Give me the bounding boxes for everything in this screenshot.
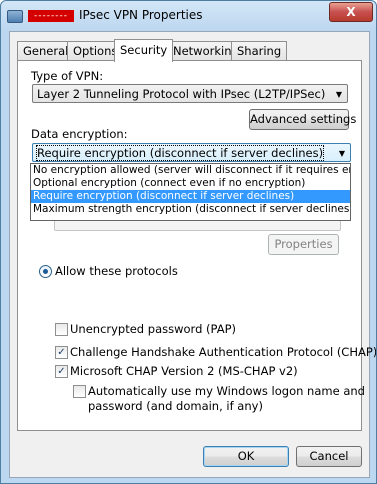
radio-dot [43, 269, 48, 274]
vpn-type-value: Layer 2 Tunneling Protocol with IPsec (L… [37, 87, 326, 101]
title-bar[interactable]: -------- IPsec VPN Properties X [1, 1, 376, 31]
window-title: IPsec VPN Properties [79, 8, 203, 22]
advanced-settings-button[interactable]: Advanced settings [249, 109, 356, 130]
network-connection-icon [7, 10, 23, 23]
close-button[interactable]: X [329, 2, 373, 22]
auto-logon-label-line1: Automatically use my Windows logon name … [88, 384, 365, 398]
encryption-option-maximum[interactable]: Maximum strength encryption (disconnect … [31, 203, 350, 216]
allow-protocols-label: Allow these protocols [55, 264, 178, 278]
data-encryption-label: Data encryption: [31, 127, 128, 141]
dialog-client-area: General Options Security Networking Shar… [9, 31, 376, 478]
data-encryption-dropdown-list: No encryption allowed (server will disco… [30, 163, 351, 221]
encryption-option-optional[interactable]: Optional encryption (connect even if no … [31, 177, 350, 190]
chap-checkbox[interactable]: ✓ [55, 346, 68, 359]
encryption-option-none[interactable]: No encryption allowed (server will disco… [31, 164, 350, 177]
ok-button[interactable]: OK [203, 446, 289, 467]
auto-logon-checkbox[interactable] [73, 385, 86, 398]
cancel-button[interactable]: Cancel [296, 446, 362, 467]
mschap-checkbox[interactable]: ✓ [55, 365, 68, 378]
dialog-window: -------- IPsec VPN Properties X General … [0, 0, 377, 484]
encryption-option-require[interactable]: Require encryption (disconnect if server… [31, 190, 350, 203]
check-icon: ✓ [57, 366, 66, 377]
tab-general[interactable]: General [17, 41, 75, 61]
tab-sharing[interactable]: Sharing [231, 41, 288, 61]
vpn-type-label: Type of VPN: [31, 69, 104, 83]
properties-button[interactable]: Properties [268, 234, 339, 255]
mschap-label: Microsoft CHAP Version 2 (MS-CHAP v2) [70, 364, 298, 378]
tab-security[interactable]: Security [114, 39, 174, 62]
chap-label: Challenge Handshake Authentication Proto… [70, 345, 377, 359]
close-icon: X [346, 5, 356, 19]
auto-logon-label-line2: password (and domain, if any) [88, 399, 263, 413]
allow-protocols-radio[interactable] [39, 265, 52, 278]
pap-checkbox[interactable] [55, 323, 68, 336]
vpn-type-select[interactable]: Layer 2 Tunneling Protocol with IPsec (L… [32, 84, 348, 103]
chevron-down-icon: ▼ [338, 149, 345, 158]
redacted-title-prefix: -------- [28, 10, 74, 22]
pap-label: Unencrypted password (PAP) [70, 322, 236, 336]
security-panel: Type of VPN: Layer 2 Tunneling Protocol … [17, 60, 376, 431]
chevron-down-icon: ▼ [335, 90, 342, 99]
data-encryption-value: Require encryption (disconnect if server… [35, 145, 325, 161]
data-encryption-select[interactable]: Require encryption (disconnect if server… [32, 143, 351, 162]
check-icon: ✓ [57, 347, 66, 358]
